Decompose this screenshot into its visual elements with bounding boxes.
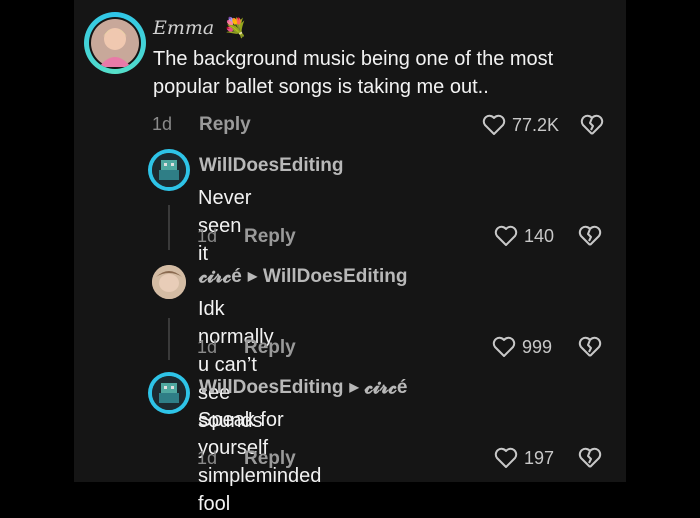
like-count: 999 [522,336,553,357]
broken-heart-icon[interactable] [578,447,602,469]
avatar[interactable] [152,153,186,187]
comment-author-line: WillDoesEditing ▶ 𝓬𝓲𝓻𝓬é [199,377,408,399]
like-button[interactable]: 197 [494,447,554,469]
comment-author[interactable]: WillDoesEditing [199,155,343,177]
like-count: 140 [524,225,555,246]
like-button[interactable]: 77.2K [482,114,559,136]
heart-icon [494,447,518,469]
reply-to-author[interactable]: WillDoesEditing [263,266,407,287]
like-count: 197 [524,447,555,468]
thread-line [168,205,170,250]
heart-icon [494,225,518,247]
reply-arrow-icon: ▶ [349,380,359,394]
avatar[interactable] [152,376,186,410]
reply-button[interactable]: Reply [244,448,296,470]
comment-age: 1d [197,226,218,246]
avatar[interactable] [89,17,141,69]
comment-author[interactable]: 𝓬𝓲𝓻𝓬é [199,266,242,287]
comment-text: The background music being one of the mo… [153,48,554,98]
heart-icon [482,114,506,136]
reply-button[interactable]: Reply [244,337,296,359]
reply-arrow-icon: ▶ [247,269,258,283]
like-button[interactable]: 999 [492,336,552,358]
broken-heart-icon[interactable] [578,225,602,247]
comment-author-line: 𝓬𝓲𝓻𝓬é ▶ WillDoesEditing [199,266,408,288]
thread-line [168,318,170,360]
comment-age: 1d [197,337,218,357]
reply-to-author[interactable]: 𝓬𝓲𝓻𝓬é [365,377,408,398]
broken-heart-icon[interactable] [578,336,602,358]
like-count: 77.2K [512,114,560,135]
like-button[interactable]: 140 [494,225,554,247]
heart-icon [492,336,516,358]
avatar[interactable] [152,265,186,299]
broken-heart-icon[interactable] [580,114,604,136]
comment-author[interactable]: Emma 💐 [153,16,247,40]
comment-age: 1d [197,448,218,468]
reply-button[interactable]: Reply [199,114,251,136]
comment-age: 1d [152,114,173,134]
reply-button[interactable]: Reply [244,226,296,248]
comment-author[interactable]: WillDoesEditing [199,377,343,398]
flower-emoji: 💐 [223,18,248,39]
